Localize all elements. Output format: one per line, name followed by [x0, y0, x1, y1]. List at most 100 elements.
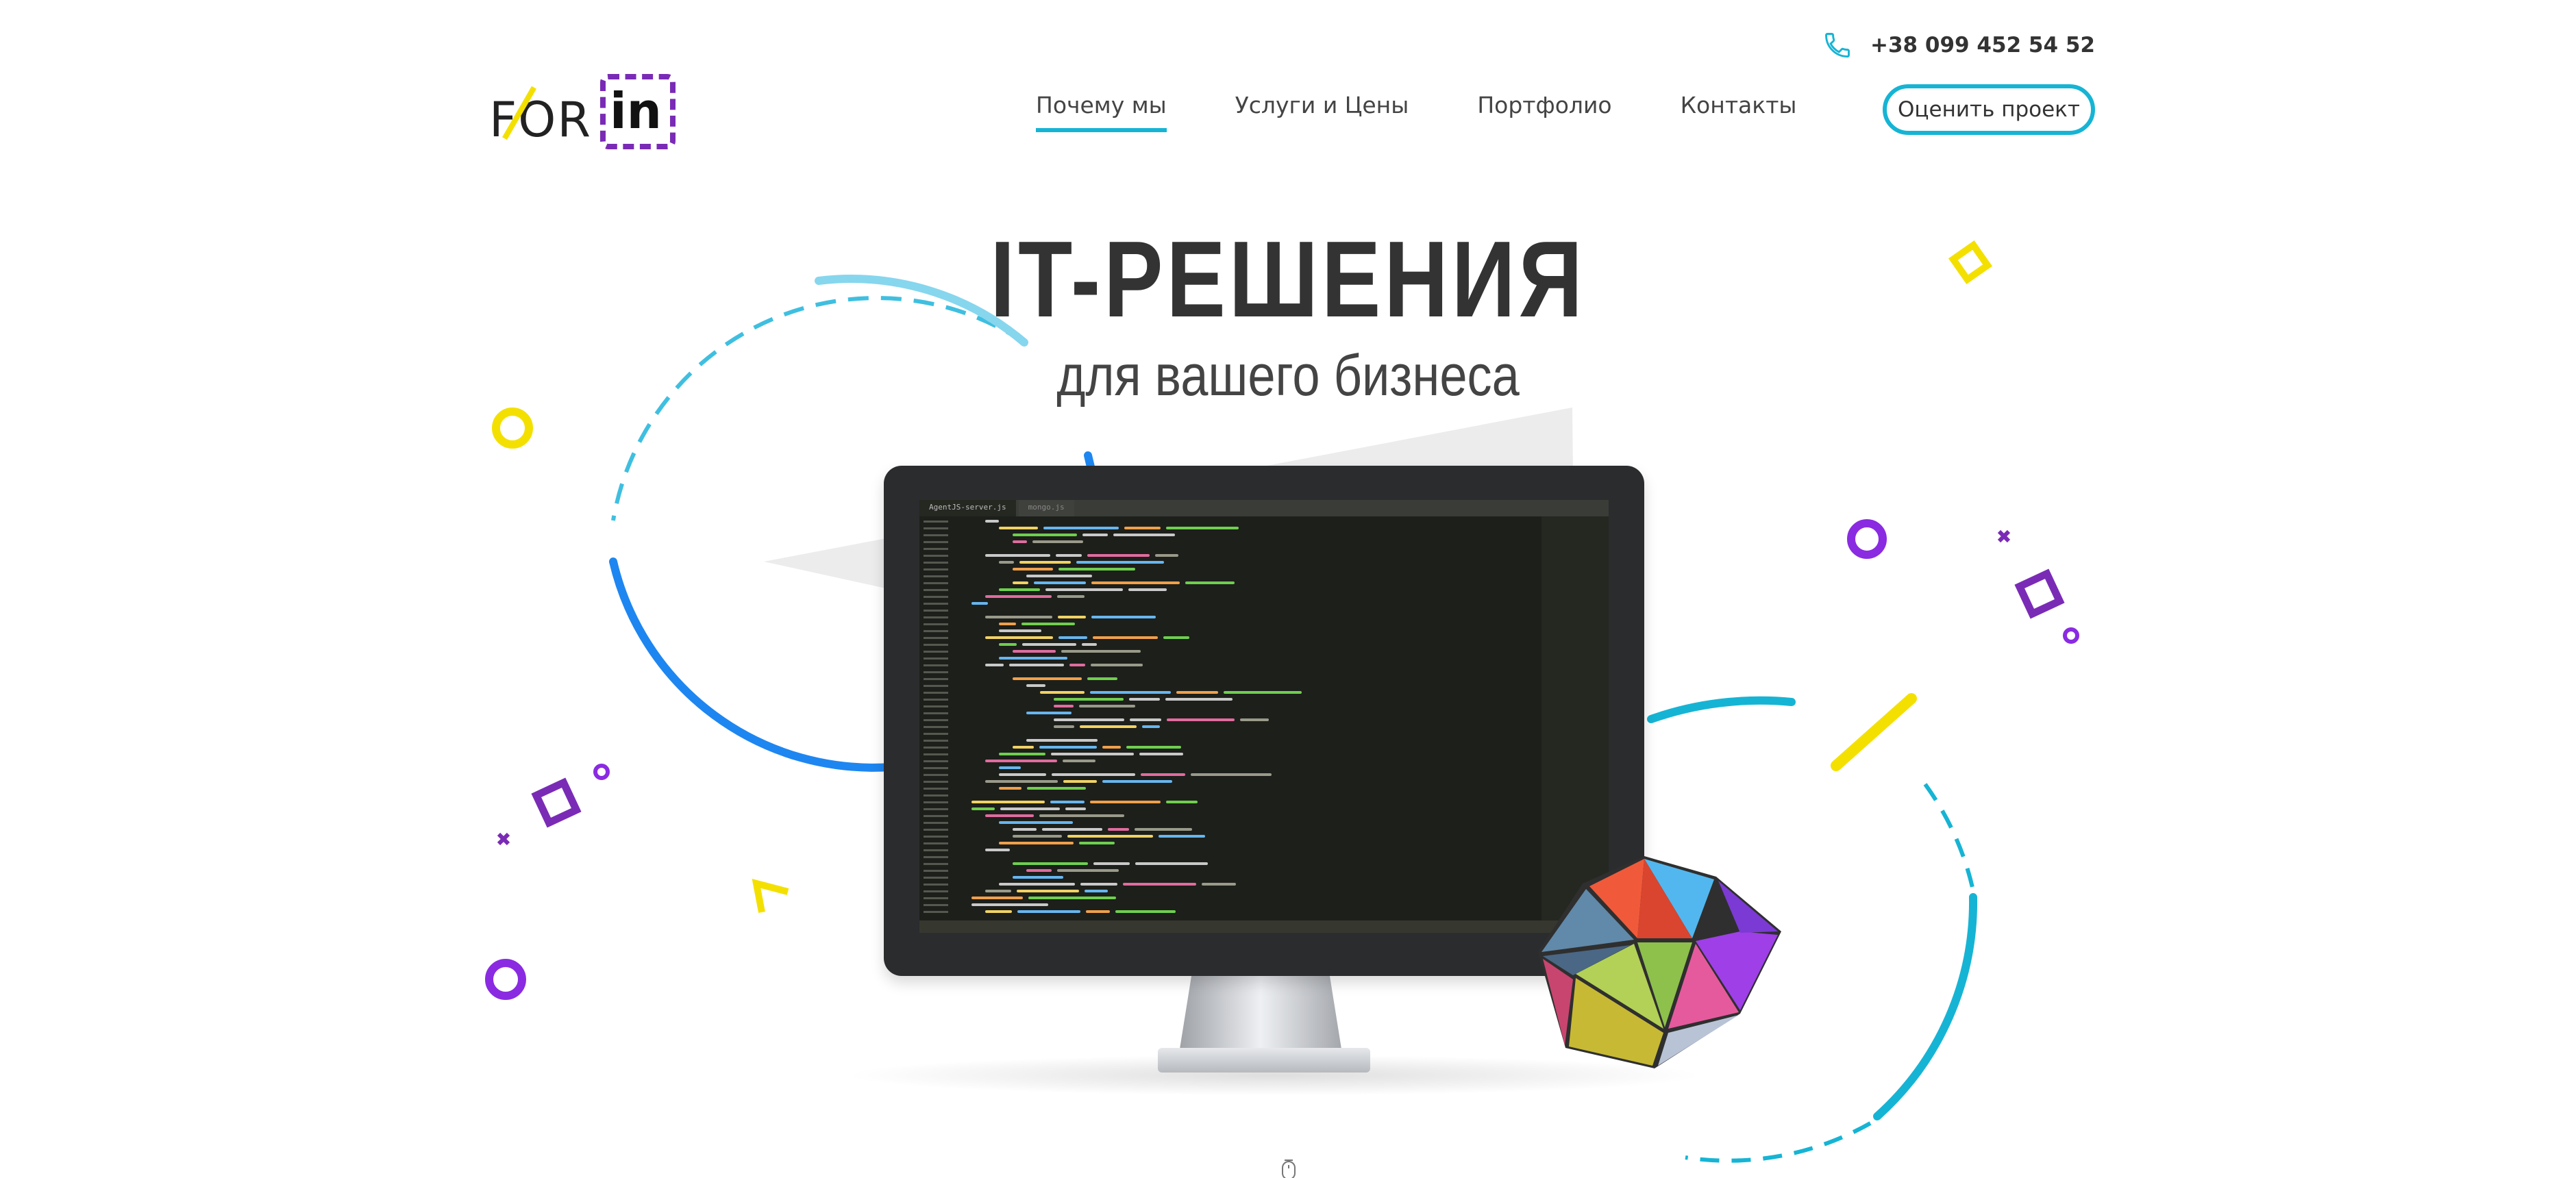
code-token	[1082, 643, 1097, 646]
line-number	[924, 774, 948, 776]
code-token	[1013, 746, 1034, 749]
code-token	[1091, 664, 1143, 666]
code-token	[1013, 828, 1037, 831]
line-number	[924, 637, 948, 639]
line-number	[924, 541, 948, 543]
code-token	[1013, 534, 1077, 536]
code-token	[1240, 718, 1269, 721]
line-number	[924, 657, 948, 660]
code-token	[1086, 910, 1110, 913]
line-number	[924, 562, 948, 564]
code-token	[1013, 581, 1028, 584]
line-number	[924, 856, 948, 858]
code-token	[1026, 684, 1045, 687]
code-token	[1026, 869, 1052, 872]
code-token	[1113, 534, 1175, 536]
editor-tabbar: AgentJS-server.js mongo.js	[919, 500, 1609, 516]
line-number	[924, 568, 948, 571]
code-token	[985, 595, 1052, 598]
code-token	[999, 629, 1041, 632]
nav-item-services[interactable]: Услуги и Цены	[1235, 92, 1409, 132]
code-token	[1069, 664, 1085, 666]
line-number	[924, 911, 948, 913]
code-token	[1040, 691, 1085, 694]
code-token	[1166, 801, 1198, 803]
code-token	[1141, 773, 1185, 776]
code-token	[1013, 568, 1053, 571]
line-number	[924, 815, 948, 817]
code-token	[1061, 650, 1141, 653]
code-token	[1013, 650, 1056, 653]
line-number	[924, 699, 948, 701]
line-number	[924, 767, 948, 769]
code-token	[1013, 876, 1063, 879]
code-token	[1090, 691, 1171, 694]
line-number	[924, 849, 948, 851]
code-token	[999, 773, 1046, 776]
code-token	[1013, 677, 1082, 680]
phone-contact[interactable]: +38 099 452 54 52	[1822, 29, 2095, 62]
line-number	[924, 904, 948, 906]
line-number	[924, 521, 948, 523]
code-token	[999, 527, 1038, 529]
code-token	[1022, 643, 1076, 646]
editor-statusbar	[919, 920, 1609, 933]
code-token	[1165, 698, 1233, 701]
logo[interactable]: FOR in	[489, 68, 688, 158]
line-number	[924, 630, 948, 632]
code-token	[1079, 842, 1115, 844]
code-token	[1093, 636, 1158, 639]
line-number	[924, 794, 948, 797]
line-number	[924, 829, 948, 831]
line-number	[924, 760, 948, 762]
code-token	[1065, 807, 1086, 810]
nav-item-portfolio[interactable]: Портфолио	[1477, 92, 1611, 132]
estimate-project-button[interactable]: Оценить проект	[1883, 84, 2095, 135]
code-token	[1093, 862, 1130, 865]
code-token	[1091, 616, 1156, 618]
line-number	[924, 616, 948, 618]
code-token	[999, 883, 1075, 886]
code-token	[1051, 753, 1134, 755]
line-number	[924, 671, 948, 673]
code-token	[985, 890, 1011, 892]
code-token	[1019, 561, 1071, 564]
code-token	[1054, 698, 1124, 701]
phone-number[interactable]: +38 099 452 54 52	[1870, 33, 2095, 58]
code-token	[1042, 828, 1102, 831]
code-token	[1166, 527, 1239, 529]
editor-tab: AgentJS-server.js	[919, 500, 1016, 516]
code-token	[999, 657, 1067, 660]
line-number	[924, 733, 948, 735]
code-token	[1139, 753, 1183, 755]
code-token	[1142, 725, 1160, 728]
code-token	[1108, 828, 1129, 831]
line-number	[924, 897, 948, 899]
code-token	[1135, 862, 1208, 865]
line-number	[924, 788, 948, 790]
code-token	[985, 849, 1010, 851]
code-token	[1034, 581, 1086, 584]
line-number	[924, 692, 948, 694]
code-token	[999, 643, 1017, 646]
nav-item-why-us[interactable]: Почему мы	[1036, 92, 1167, 132]
code-token	[1013, 835, 1062, 838]
line-number	[924, 644, 948, 646]
code-token	[1045, 588, 1123, 591]
code-token	[1087, 554, 1150, 557]
line-number	[924, 719, 948, 721]
code-token	[1039, 814, 1124, 817]
code-token	[1159, 835, 1205, 838]
code-token	[985, 636, 1053, 639]
phone-icon	[1825, 33, 1850, 58]
line-number	[924, 548, 948, 550]
line-number	[924, 836, 948, 838]
line-number	[924, 527, 948, 529]
code-token	[985, 616, 1052, 618]
line-number	[924, 596, 948, 598]
code-token	[1039, 746, 1097, 749]
code-token	[1087, 677, 1117, 680]
code-token	[999, 753, 1045, 755]
mouse-scroll-icon[interactable]	[1278, 1157, 1299, 1178]
nav-item-contacts[interactable]: Контакты	[1681, 92, 1797, 132]
